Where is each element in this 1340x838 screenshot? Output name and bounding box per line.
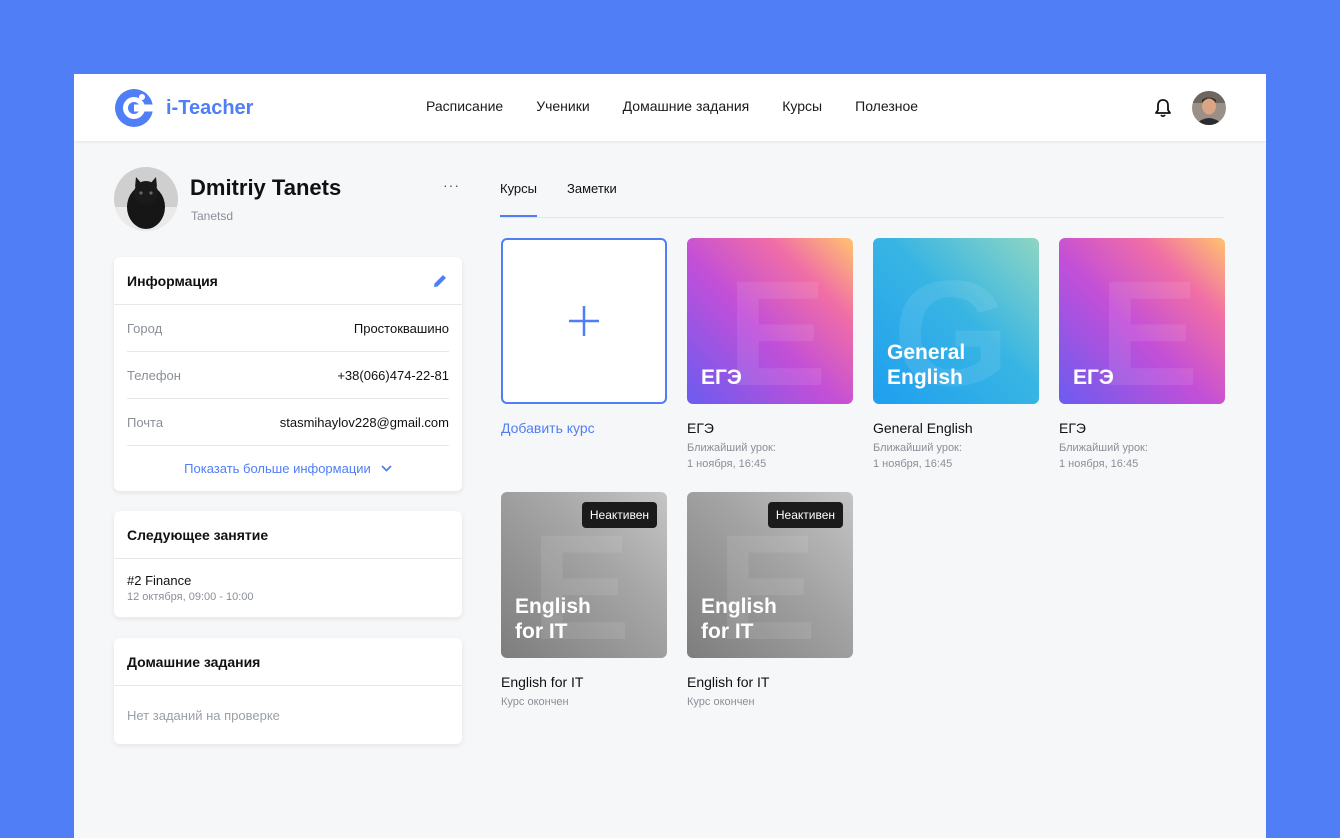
top-bar: i-Teacher Расписание Ученики Домашние за…: [74, 74, 1266, 141]
next-lesson-date: 1 ноября, 16:45: [873, 458, 953, 470]
course-tile-text: ЕГЭ: [701, 365, 742, 389]
inactive-badge: Неактивен: [767, 502, 843, 528]
nav-item-useful[interactable]: Полезное: [855, 98, 918, 114]
homework-header: Домашние задания: [114, 638, 462, 686]
profile-name: Dmitriy Tanets: [190, 175, 342, 200]
course-tile-text: General English: [887, 340, 966, 389]
course-tile-english-for-it[interactable]: E Неактивен English for IT: [501, 492, 667, 658]
chevron-down-icon: [381, 465, 392, 472]
info-card-header: Информация: [114, 257, 462, 305]
lesson-name: #2 Finance: [127, 573, 192, 588]
course-title[interactable]: English for IT: [687, 674, 769, 690]
next-lesson-header: Следующее занятие: [114, 511, 462, 559]
course-tile-text: English for IT: [515, 594, 591, 643]
lesson-time: 12 октября, 09:00 - 10:00: [127, 591, 254, 603]
course-sub: Ближайший урок: 1 ноября, 16:45: [687, 440, 776, 472]
profile-username: Tanetsd: [191, 209, 234, 223]
course-tile-text: ЕГЭ: [1073, 365, 1114, 389]
course-title[interactable]: ЕГЭ: [1059, 420, 1086, 436]
logo[interactable]: i-Teacher: [114, 88, 253, 128]
homework-title: Домашние задания: [127, 653, 261, 670]
next-lesson-item[interactable]: #2 Finance 12 октября, 09:00 - 10:00: [114, 559, 462, 617]
next-lesson-date: 1 ноября, 16:45: [687, 458, 767, 470]
course-sub: Ближайший урок: 1 ноября, 16:45: [873, 440, 962, 472]
nav-item-homework[interactable]: Домашние задания: [623, 98, 750, 114]
next-lesson-date: 1 ноября, 16:45: [1059, 458, 1139, 470]
course-title[interactable]: ЕГЭ: [687, 420, 714, 436]
course-sub: Ближайший урок: 1 ноября, 16:45: [1059, 440, 1148, 472]
app-window: i-Teacher Расписание Ученики Домашние за…: [74, 74, 1266, 838]
next-lesson-label: Ближайший урок:: [873, 442, 962, 454]
profile-avatar-image: [114, 167, 178, 231]
plus-icon: [569, 306, 599, 336]
edit-icon[interactable]: [431, 272, 449, 290]
tab-courses[interactable]: Курсы: [500, 181, 538, 217]
info-label: Почта: [127, 414, 164, 430]
user-avatar-image: [1192, 91, 1226, 125]
info-value: +38(066)474-22-81: [337, 367, 449, 383]
info-row-phone: Телефон +38(066)474-22-81: [127, 352, 449, 399]
inactive-badge: Неактивен: [581, 502, 657, 528]
course-status: Курс окончен: [501, 696, 569, 708]
show-more-label: Показать больше информации: [184, 461, 371, 476]
user-avatar[interactable]: [1192, 91, 1226, 125]
info-card: Информация Город Простоквашино Телефон +…: [114, 257, 462, 491]
profile-avatar: [114, 167, 178, 231]
next-lesson-card: Следующее занятие #2 Finance 12 октября,…: [114, 511, 462, 617]
course-tile-text: English for IT: [701, 594, 777, 643]
content-tabs: Курсы Заметки: [500, 172, 1224, 218]
tile-watermark: E: [727, 249, 828, 404]
info-value: Простоквашино: [353, 320, 449, 336]
course-tile-english-for-it[interactable]: E Неактивен English for IT: [687, 492, 853, 658]
course-title[interactable]: General English: [873, 420, 973, 436]
nav-item-students[interactable]: Ученики: [536, 98, 589, 114]
app-name: i-Teacher: [166, 96, 254, 119]
profile-header: Dmitriy Tanets Tanetsd ···: [114, 167, 462, 231]
next-lesson-title: Следующее занятие: [127, 526, 269, 543]
info-label: Телефон: [127, 367, 181, 383]
course-status: Курс окончен: [687, 696, 755, 708]
next-lesson-label: Ближайший урок:: [687, 442, 776, 454]
tile-watermark: E: [1099, 249, 1200, 404]
add-course-label[interactable]: Добавить курс: [501, 420, 595, 436]
nav-item-schedule[interactable]: Расписание: [426, 98, 503, 114]
info-row-city: Город Простоквашино: [127, 305, 449, 352]
course-tile-ege[interactable]: E ЕГЭ: [1059, 238, 1225, 404]
logo-icon: [115, 89, 154, 127]
info-card-title: Информация: [127, 272, 218, 289]
nav-item-courses[interactable]: Курсы: [782, 98, 822, 114]
homework-card: Домашние задания Нет заданий на проверке: [114, 638, 462, 744]
show-more-button[interactable]: Показать больше информации: [114, 446, 462, 491]
main-nav: Расписание Ученики Домашние задания Курс…: [426, 98, 951, 114]
course-tile-general-english[interactable]: G General English: [873, 238, 1039, 404]
next-lesson-label: Ближайший урок:: [1059, 442, 1148, 454]
info-value: stasmihaylov228@gmail.com: [279, 414, 449, 430]
more-options-icon[interactable]: ···: [443, 177, 460, 193]
homework-empty-text: Нет заданий на проверке: [127, 707, 280, 723]
course-tile-ege[interactable]: E ЕГЭ: [687, 238, 853, 404]
info-label: Город: [127, 320, 163, 336]
add-course-button[interactable]: [501, 238, 667, 404]
course-title[interactable]: English for IT: [501, 674, 583, 690]
info-row-email: Почта stasmihaylov228@gmail.com: [127, 399, 449, 446]
tab-notes[interactable]: Заметки: [567, 181, 617, 196]
bell-icon[interactable]: [1154, 98, 1172, 118]
